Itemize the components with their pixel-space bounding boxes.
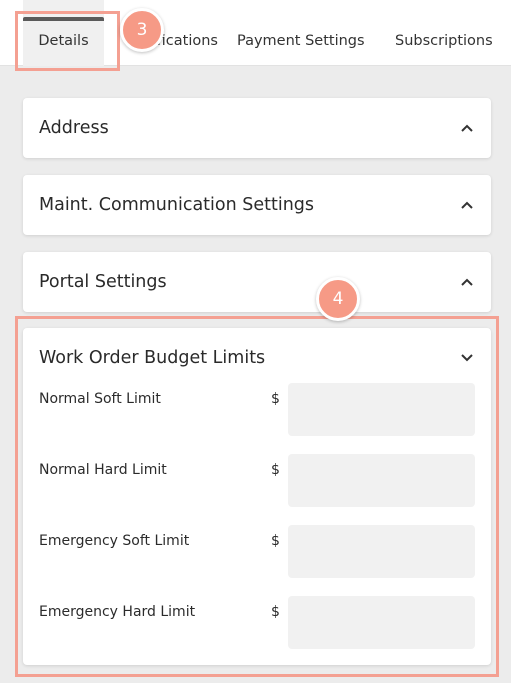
section-title: Address [39,118,109,138]
section-maint-communication-settings: Maint. Communication Settings [23,175,491,235]
budget-row-emergency-soft: Emergency Soft Limit $ [23,525,491,579]
currency-symbol: $ [271,533,280,549]
field-label: Emergency Soft Limit [39,533,190,549]
tab-subscriptions[interactable]: Subscriptions [395,0,493,66]
budget-row-normal-hard: Normal Hard Limit $ [23,454,491,508]
currency-symbol: $ [271,391,280,407]
normal-hard-limit-input[interactable] [288,454,475,507]
section-title: Maint. Communication Settings [39,195,315,215]
chevron-up-icon[interactable] [459,274,475,290]
section-header-maint-communication[interactable]: Maint. Communication Settings [23,175,491,235]
field-label: Normal Soft Limit [39,391,161,407]
budget-row-emergency-hard: Emergency Hard Limit $ [23,596,491,650]
active-tab-indicator [23,17,104,21]
tab-details[interactable]: Details [23,0,104,66]
section-header-portal-settings[interactable]: Portal Settings [23,252,491,312]
tab-bar: Details Notifications Payment Settings S… [0,0,511,66]
callout-badge-4: 4 [316,277,360,321]
chevron-up-icon[interactable] [459,120,475,136]
currency-symbol: $ [271,604,280,620]
section-work-order-budget-limits: Work Order Budget Limits Normal Soft Lim… [23,328,491,665]
section-title: Work Order Budget Limits [39,348,266,368]
tab-label: Payment Settings [237,33,365,49]
section-address: Address [23,98,491,158]
section-header-address[interactable]: Address [23,98,491,158]
currency-symbol: $ [271,462,280,478]
tab-label: Subscriptions [395,33,493,49]
normal-soft-limit-input[interactable] [288,383,475,436]
callout-badge-3: 3 [120,8,164,52]
emergency-soft-limit-input[interactable] [288,525,475,578]
chevron-up-icon[interactable] [459,197,475,213]
field-label: Normal Hard Limit [39,462,167,478]
emergency-hard-limit-input[interactable] [288,596,475,649]
section-header-budget-limits[interactable]: Work Order Budget Limits [23,328,491,388]
tab-payment-settings[interactable]: Payment Settings [237,0,365,66]
chevron-down-icon[interactable] [459,350,475,366]
field-label: Emergency Hard Limit [39,604,196,620]
tab-label: Details [38,33,89,49]
section-title: Portal Settings [39,272,167,292]
budget-row-normal-soft: Normal Soft Limit $ [23,383,491,437]
section-portal-settings: Portal Settings [23,252,491,312]
